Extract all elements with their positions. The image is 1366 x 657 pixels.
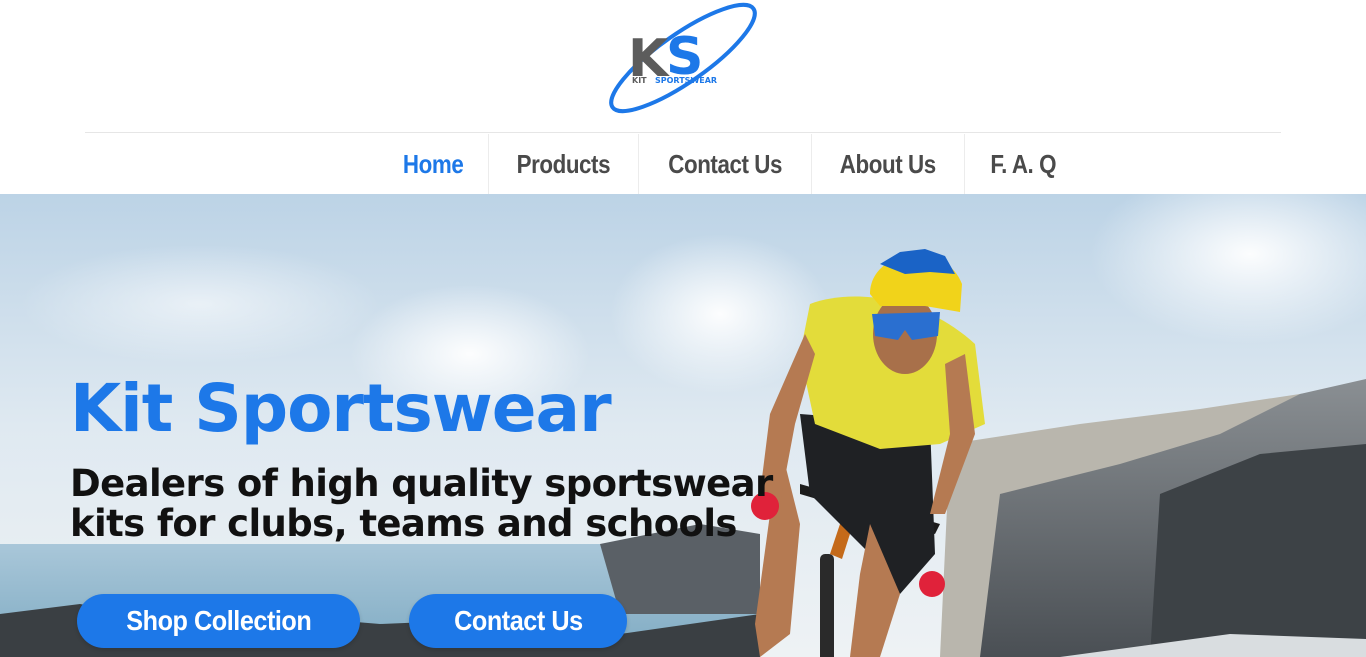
hero-subtitle-line1: Dealers of high quality sportswear — [70, 462, 773, 505]
nav-products-label: Products — [516, 148, 611, 179]
logo-sportswear-text: SPORTSWEAR — [655, 76, 717, 85]
nav-products[interactable]: Products — [488, 134, 638, 194]
nav-contact-us-label: Contact Us — [668, 148, 782, 179]
hero-subtitle-line2: kits for clubs, teams and schools — [70, 502, 737, 545]
main-nav: Home Products Contact Us About Us F. A. … — [378, 134, 1081, 194]
contact-us-button[interactable]: Contact Us — [409, 594, 627, 648]
nav-home-label: Home — [402, 148, 464, 179]
site-header: K S KIT SPORTSWEAR Home Products Contact… — [0, 0, 1366, 194]
nav-home[interactable]: Home — [378, 134, 488, 194]
nav-contact-us[interactable]: Contact Us — [637, 134, 811, 194]
nav-faq-label: F. A. Q — [990, 148, 1056, 179]
hero-subtitle: Dealers of high quality sportswear kits … — [70, 464, 773, 544]
nav-about-us-label: About Us — [839, 148, 936, 179]
hero-banner: Kit Sportswear Dealers of high quality s… — [0, 194, 1366, 657]
shop-collection-button[interactable]: Shop Collection — [77, 594, 360, 648]
shop-collection-label: Shop Collection — [125, 605, 312, 636]
header-divider — [85, 132, 1281, 133]
brand-logo[interactable]: K S KIT SPORTSWEAR — [600, 2, 766, 114]
nav-about-us[interactable]: About Us — [811, 134, 964, 194]
contact-us-label: Contact Us — [453, 605, 583, 636]
logo-kit-text: KIT — [632, 76, 647, 85]
hero-title: Kit Sportswear — [70, 370, 612, 447]
nav-faq[interactable]: F. A. Q — [963, 134, 1081, 194]
